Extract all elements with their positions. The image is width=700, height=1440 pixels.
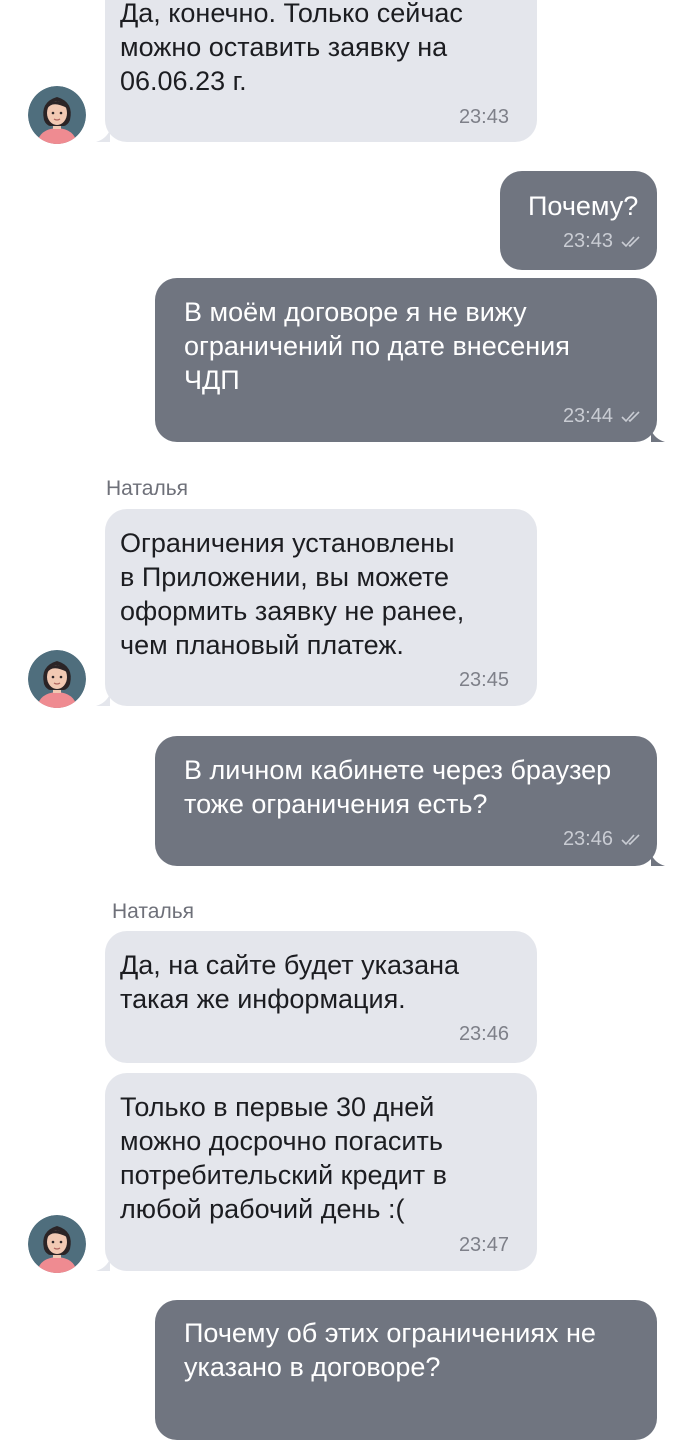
message-bubble-outgoing[interactable]: В личном кабинете через браузер тоже огр… xyxy=(155,736,657,866)
double-check-icon xyxy=(621,834,640,846)
message-bubble-incoming[interactable]: Ограничения установлены в Приложении, вы… xyxy=(105,509,537,706)
double-check-icon xyxy=(621,411,640,423)
avatar[interactable] xyxy=(28,1215,86,1273)
message-time: 23:43 xyxy=(562,230,613,252)
message-time: 23:43 xyxy=(458,106,509,128)
message-text: В моём договоре я не вижу ограничений по… xyxy=(184,297,570,395)
sender-name: Наталья xyxy=(112,900,195,923)
message-time: 23:44 xyxy=(562,405,613,427)
operator-avatar-icon xyxy=(28,1215,86,1273)
bubble-tail xyxy=(96,694,110,706)
message-time: 23:46 xyxy=(562,828,613,850)
double-check-icon xyxy=(621,236,640,248)
message-bubble-outgoing[interactable]: Почему? 23:43 xyxy=(500,171,657,270)
bubble-tail xyxy=(651,430,665,442)
sender-name: Наталья xyxy=(106,477,189,500)
message-text: Почему об этих ограничениях не указано в… xyxy=(184,1318,596,1382)
bubble-tail xyxy=(96,1259,110,1271)
message-text: Ограничения установлены в Приложении, вы… xyxy=(120,528,465,660)
message-bubble-outgoing[interactable]: Почему об этих ограничениях не указано в… xyxy=(155,1300,657,1440)
message-text: Да, конечно. Только сейчас можно оставит… xyxy=(120,0,463,96)
message-text: Только в первые 30 дней можно досрочно п… xyxy=(120,1092,447,1224)
bubble-tail xyxy=(96,130,110,142)
message-bubble-incoming[interactable]: Да, конечно. Только сейчас можно оставит… xyxy=(105,0,537,142)
message-bubble-incoming[interactable]: Только в первые 30 дней можно досрочно п… xyxy=(105,1073,537,1271)
message-time: 23:47 xyxy=(458,1234,509,1256)
message-bubble-outgoing[interactable]: В моём договоре я не вижу ограничений по… xyxy=(155,278,657,442)
message-text: В личном кабинете через браузер тоже огр… xyxy=(184,755,612,819)
bubble-tail xyxy=(651,854,665,866)
avatar[interactable] xyxy=(28,650,86,708)
message-time: 23:46 xyxy=(458,1023,509,1045)
message-bubble-incoming[interactable]: Да, на сайте будет указана такая же инфо… xyxy=(105,931,537,1063)
message-text: Да, на сайте будет указана такая же инфо… xyxy=(120,950,460,1014)
message-time: 23:45 xyxy=(458,669,509,691)
message-text: Почему? xyxy=(528,191,639,221)
operator-avatar-icon xyxy=(28,86,86,144)
avatar[interactable] xyxy=(28,86,86,144)
operator-avatar-icon xyxy=(28,650,86,708)
